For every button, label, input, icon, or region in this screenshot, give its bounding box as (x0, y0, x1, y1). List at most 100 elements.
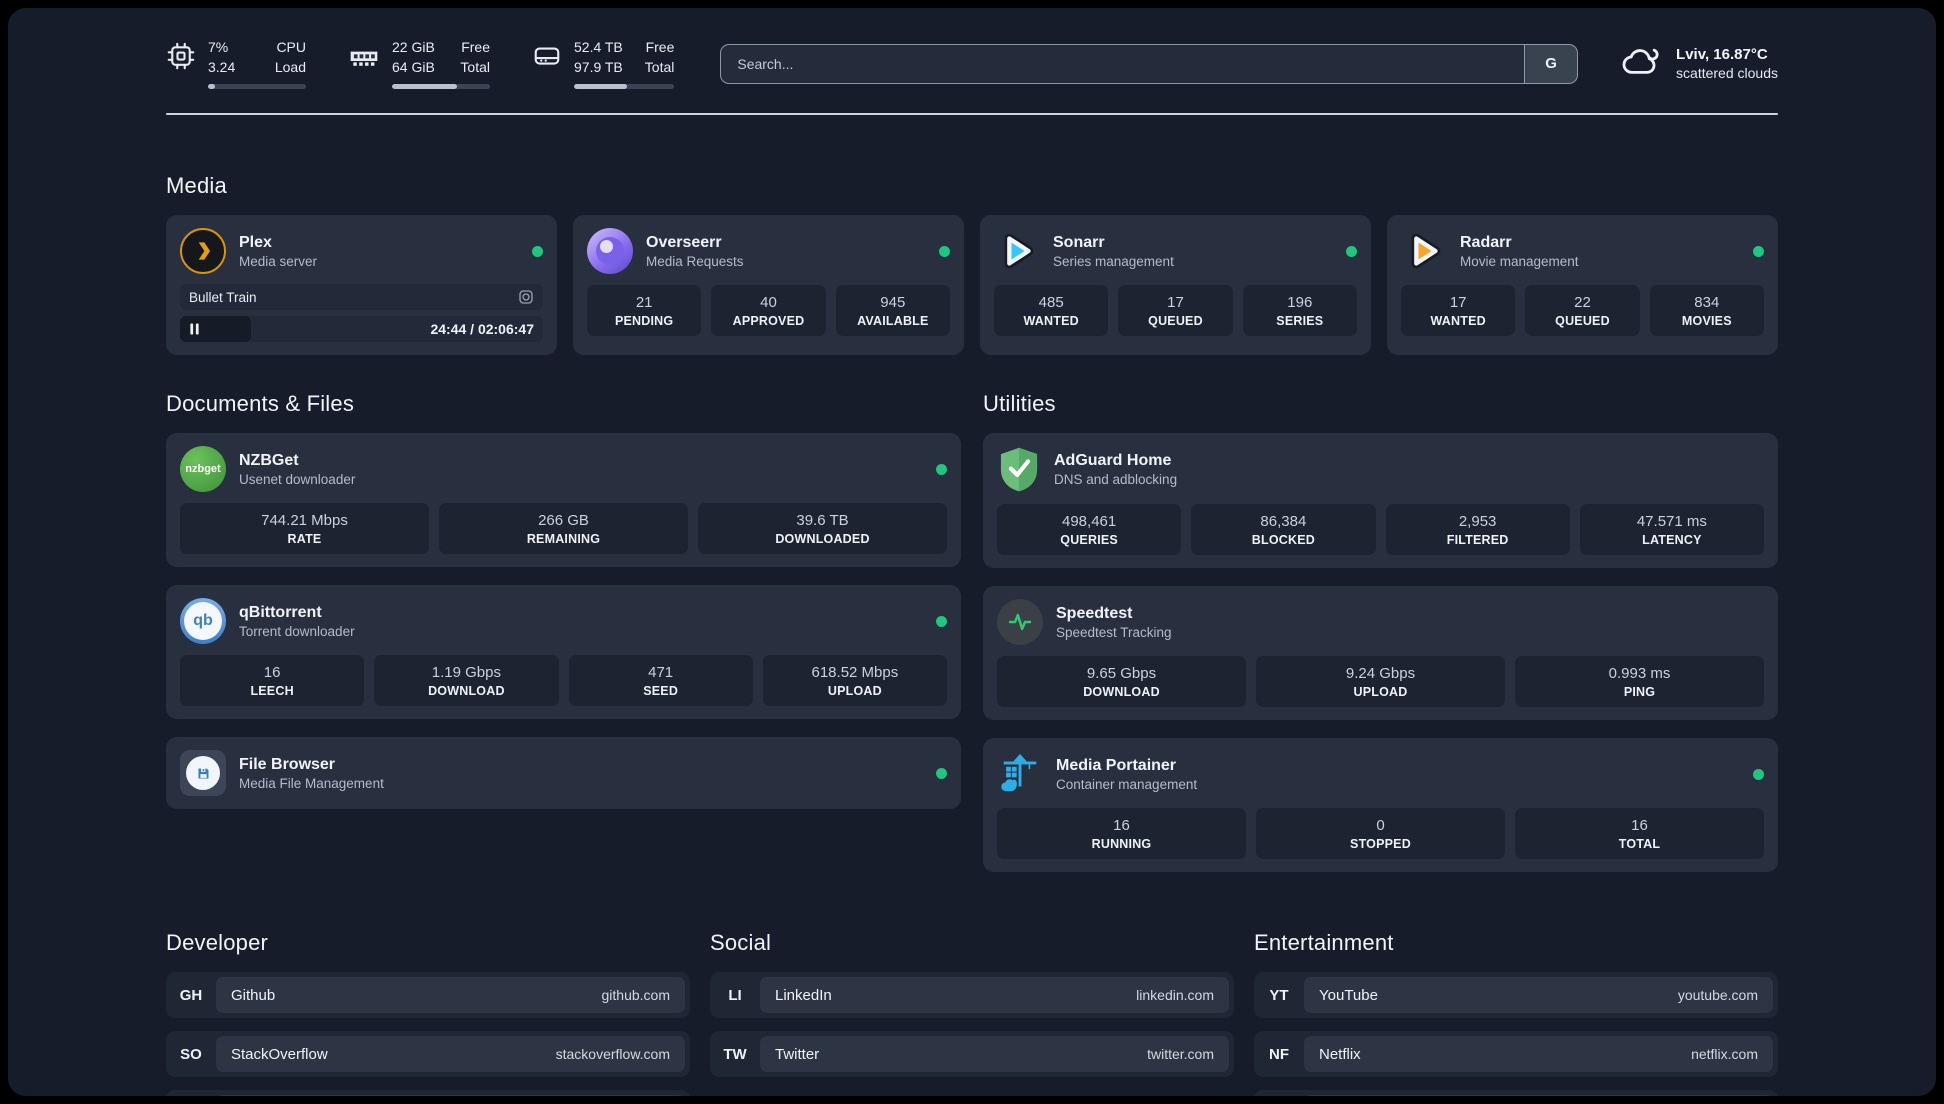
link-url: netflix.com (1691, 1046, 1758, 1063)
link-url: stackoverflow.com (555, 1046, 670, 1063)
load-label: Load (274, 58, 306, 75)
app-subtitle: Series management (1053, 253, 1174, 269)
disk-progress-bar (574, 84, 675, 90)
link-url: linkedin.com (1136, 987, 1214, 1004)
app-subtitle: Torrent downloader (239, 623, 355, 639)
stat-latency: 47.571 ms LATENCY (1579, 504, 1764, 556)
link-name: LinkedIn (775, 986, 832, 1004)
link-tag: GH (179, 986, 203, 1004)
status-dot (1753, 245, 1764, 257)
app-card-filebrowser[interactable]: File Browser Media File Management (166, 737, 961, 810)
portainer-icon (997, 751, 1043, 797)
system-stats: 7% 3.24 CPU Load 22 GiB 64 GiB Free Tota… (166, 38, 675, 90)
link-youtube[interactable]: YT YouTube youtube.com (1254, 972, 1778, 1019)
stat-blocked: 86,384 BLOCKED (1191, 504, 1376, 556)
app-title: Media Portainer (1056, 756, 1177, 774)
memory-total-value: 64 GiB (392, 58, 435, 75)
entertainment-section: Entertainment YT YouTube youtube.com NF N… (1254, 930, 1778, 1096)
disk-icon (532, 41, 562, 71)
app-card-adguard[interactable]: AdGuard Home DNS and adblocking 498,461 Q… (983, 433, 1778, 569)
section-title-social: Social (710, 930, 772, 956)
disk-free-value: 52.4 TB (574, 39, 623, 55)
ram-icon (348, 41, 380, 73)
status-dot (532, 245, 543, 257)
link-stackoverflow[interactable]: SO StackOverflow stackoverflow.com (166, 1031, 690, 1078)
header-divider (166, 113, 1778, 116)
stat-download: 1.19 Gbps DOWNLOAD (374, 655, 559, 707)
memory-progress-bar (392, 84, 490, 90)
seek-bar[interactable]: 24:44 / 02:06:47 (180, 316, 543, 343)
link-tag: LI (728, 986, 742, 1004)
app-subtitle: Media File Management (239, 775, 384, 791)
stat-pending: 21 PENDING (587, 285, 702, 337)
stat-series: 196 SERIES (1242, 285, 1357, 337)
stat-remaining: 266 GB REMAINING (439, 503, 688, 555)
link-tag: TW (723, 1045, 747, 1063)
app-subtitle: Usenet downloader (239, 471, 356, 487)
memory-free-label: Free (461, 39, 490, 55)
stat-downloaded: 39.6 TB DOWNLOADED (698, 503, 947, 555)
disk-free-label: Free (645, 39, 675, 55)
radarr-icon (1401, 228, 1447, 274)
link-linkedin[interactable]: LI LinkedIn linkedin.com (710, 972, 1234, 1019)
app-card-portainer[interactable]: Media Portainer Container management 16 R… (983, 738, 1778, 873)
app-card-sonarr[interactable]: Sonarr Series management 485 WANTED 17 QUE… (980, 215, 1371, 356)
nzbget-icon: nzbget (180, 446, 226, 493)
media-section: Media Plex Media server Bullet Train 24:… (166, 173, 1778, 356)
header: 7% 3.24 CPU Load 22 GiB 64 GiB Free Tota… (166, 38, 1778, 90)
section-title-entertainment: Entertainment (1254, 930, 1394, 956)
link-url: youtube.com (1677, 987, 1758, 1004)
cpu-load-value: 3.24 (208, 58, 236, 75)
app-card-plex[interactable]: Plex Media server Bullet Train 24:44 / 0… (166, 215, 557, 356)
app-subtitle: Container management (1056, 776, 1198, 792)
status-dot (1346, 245, 1357, 257)
app-card-nzbget[interactable]: nzbget NZBGet Usenet downloader 744.21 M… (166, 433, 961, 568)
link-tag: SO (180, 1045, 202, 1063)
app-card-radarr[interactable]: Radarr Movie management 17 WANTED 22 QUEUE… (1387, 215, 1778, 356)
app-subtitle: DNS and adblocking (1054, 472, 1178, 488)
link-twitter[interactable]: TW Twitter twitter.com (710, 1031, 1234, 1078)
stat-download: 9.65 Gbps DOWNLOAD (997, 656, 1246, 708)
cpu-stat: 7% 3.24 CPU Load (166, 38, 306, 90)
memory-total-label: Total (460, 58, 490, 75)
qbittorrent-icon: qb (180, 598, 226, 645)
plex-icon (180, 228, 226, 275)
stat-total: 16 TOTAL (1515, 808, 1764, 860)
search-engine-button[interactable]: G (1524, 43, 1579, 84)
search-input[interactable] (720, 43, 1525, 84)
app-card-qbittorrent[interactable]: qb qBittorrent Torrent downloader 16 LEEC… (166, 585, 961, 720)
speedtest-icon (997, 599, 1043, 646)
app-title: NZBGet (239, 451, 299, 469)
link-reddit[interactable]: RE Redditreddit.com (1254, 1090, 1778, 1096)
disk-total-label: Total (644, 58, 675, 75)
memory-free-value: 22 GiB (392, 39, 435, 55)
link-dev[interactable]: DT DEVdev.to (166, 1090, 690, 1096)
status-dot (936, 463, 947, 475)
stat-queued: 17 QUEUED (1118, 285, 1233, 337)
stat-seed: 471 SEED (568, 655, 753, 707)
overseerr-icon (587, 228, 633, 275)
link-github[interactable]: GH Github github.com (166, 972, 690, 1019)
app-subtitle: Movie management (1460, 253, 1579, 269)
status-dot (939, 245, 950, 257)
cpu-label: CPU (276, 39, 306, 55)
link-name: YouTube (1319, 986, 1378, 1004)
stat-wanted: 17 WANTED (1401, 285, 1516, 337)
stat-running: 16 RUNNING (997, 808, 1246, 860)
status-dot (936, 615, 947, 627)
status-dot (936, 767, 947, 779)
weather-location: Lviv, 16.87°C (1676, 46, 1768, 64)
link-netflix[interactable]: NF Netflix netflix.com (1254, 1031, 1778, 1078)
stat-available: 945 AVAILABLE (835, 285, 950, 337)
pause-icon[interactable] (189, 323, 200, 335)
app-card-speedtest[interactable]: Speedtest Speedtest Tracking 9.65 Gbps DO… (983, 586, 1778, 721)
app-title: Radarr (1460, 233, 1512, 251)
app-subtitle: Speedtest Tracking (1056, 624, 1172, 640)
link-name: Netflix (1319, 1045, 1361, 1063)
video-session-icon[interactable] (518, 289, 534, 305)
cpu-icon (166, 41, 196, 71)
stat-wanted: 485 WANTED (994, 285, 1109, 337)
link-name: StackOverflow (231, 1045, 328, 1063)
app-card-overseerr[interactable]: Overseerr Media Requests 21 PENDING 40 APP… (573, 215, 964, 356)
filebrowser-icon (180, 750, 226, 797)
